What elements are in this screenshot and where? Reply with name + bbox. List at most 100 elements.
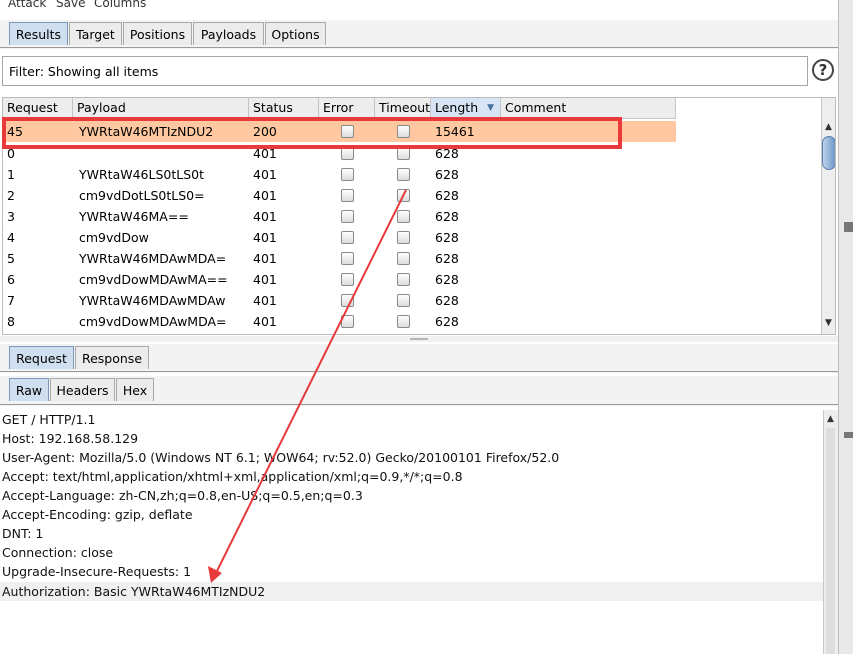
view-tab-bar: Raw Headers Hex — [0, 376, 838, 405]
cell-payload: YWRtaW46MTIzNDU2 — [79, 124, 214, 139]
request-line: Accept: text/html,application/xhtml+xml,… — [2, 469, 463, 484]
table-row[interactable]: 3 YWRtaW46MA== 401 628 — [3, 206, 676, 227]
column-payload[interactable]: Payload — [73, 98, 249, 118]
cell-request: 0 — [7, 146, 15, 161]
cell-payload: cm9vdDowMDAwMDA= — [79, 314, 227, 329]
cell-length: 628 — [435, 314, 459, 329]
cell-status: 401 — [253, 167, 277, 182]
tab-raw[interactable]: Raw — [9, 378, 49, 401]
column-comment[interactable]: Comment — [501, 98, 676, 118]
scroll-up-icon[interactable]: ▲ — [825, 122, 832, 132]
cell-length: 628 — [435, 251, 459, 266]
cell-request: 3 — [7, 209, 15, 224]
cell-request: 1 — [7, 167, 15, 182]
error-checkbox — [341, 294, 354, 307]
cell-length: 628 — [435, 167, 459, 182]
timeout-checkbox — [397, 252, 410, 265]
menu-attack[interactable]: Attack — [8, 0, 46, 10]
cell-payload: cm9vdDowMDAwMA== — [79, 272, 228, 287]
outer-scrollbar[interactable] — [838, 0, 853, 654]
column-length[interactable]: Length ▼ — [431, 98, 501, 118]
scroll-up-icon[interactable]: ▲ — [827, 414, 834, 424]
cell-length: 628 — [435, 272, 459, 287]
cell-status: 401 — [253, 293, 277, 308]
table-row[interactable]: 45 YWRtaW46MTIzNDU2 200 15461 — [3, 121, 676, 142]
scroll-down-icon[interactable]: ▼ — [825, 318, 832, 328]
table-row[interactable]: 1 YWRtaW46LS0tLS0t 401 628 — [3, 164, 676, 185]
cell-status: 401 — [253, 209, 277, 224]
column-request[interactable]: Request — [3, 98, 73, 118]
scroll-track[interactable] — [826, 428, 835, 654]
cell-status: 401 — [253, 188, 277, 203]
request-line-authorization: Authorization: Basic YWRtaW46MTIzNDU2 — [0, 582, 825, 601]
timeout-checkbox — [397, 147, 410, 160]
tab-target[interactable]: Target — [69, 22, 122, 45]
tab-headers[interactable]: Headers — [50, 378, 115, 401]
editor-scrollbar[interactable]: ▲ — [823, 410, 838, 654]
table-row[interactable]: 5 YWRtaW46MDAwMDA= 401 628 — [3, 248, 676, 269]
pane-splitter[interactable] — [0, 336, 838, 342]
tab-request[interactable]: Request — [9, 346, 74, 369]
sort-descending-icon: ▼ — [487, 103, 494, 113]
request-line: Upgrade-Insecure-Requests: 1 — [2, 564, 192, 579]
cell-request: 6 — [7, 272, 15, 287]
table-row[interactable]: 6 cm9vdDowMDAwMA== 401 628 — [3, 269, 676, 290]
column-timeout[interactable]: Timeout — [375, 98, 431, 118]
table-row[interactable]: 2 cm9vdDotLS0tLS0= 401 628 — [3, 185, 676, 206]
cell-status: 401 — [253, 146, 277, 161]
splitter-grip-icon[interactable] — [410, 338, 428, 340]
main-tab-bar: Results Target Positions Payloads Option… — [0, 20, 838, 48]
cell-length: 628 — [435, 209, 459, 224]
cell-payload: YWRtaW46MA== — [79, 209, 189, 224]
cell-request: 4 — [7, 230, 15, 245]
cell-payload: YWRtaW46MDAwMDAw — [79, 293, 226, 308]
help-icon[interactable]: ? — [812, 59, 834, 81]
timeout-checkbox — [397, 315, 410, 328]
table-row[interactable]: 7 YWRtaW46MDAwMDAw 401 628 — [3, 290, 676, 311]
cell-status: 401 — [253, 230, 277, 245]
tab-hex[interactable]: Hex — [116, 378, 154, 401]
table-header: Request Payload Status Error Timeout Len… — [3, 98, 676, 119]
table-scrollbar[interactable]: ▲ ▼ — [821, 98, 835, 334]
error-checkbox — [341, 273, 354, 286]
cell-length: 15461 — [435, 124, 475, 139]
error-checkbox — [341, 231, 354, 244]
error-checkbox — [341, 189, 354, 202]
cell-payload: YWRtaW46MDAwMDA= — [79, 251, 227, 266]
table-row[interactable]: 4 cm9vdDow 401 628 — [3, 227, 676, 248]
cell-request: 8 — [7, 314, 15, 329]
menu-bar: Attack Save Columns — [0, 0, 838, 14]
tab-results[interactable]: Results — [9, 22, 68, 45]
filter-text: Filter: Showing all items — [9, 64, 159, 79]
timeout-checkbox — [397, 294, 410, 307]
cell-status: 401 — [253, 272, 277, 287]
tab-positions[interactable]: Positions — [123, 22, 192, 45]
error-checkbox — [341, 125, 354, 138]
table-row[interactable]: 0 401 628 — [3, 143, 676, 164]
column-error[interactable]: Error — [319, 98, 375, 118]
column-status[interactable]: Status — [249, 98, 319, 118]
menu-columns[interactable]: Columns — [94, 0, 146, 10]
cell-request: 5 — [7, 251, 15, 266]
request-line: GET / HTTP/1.1 — [2, 412, 96, 427]
raw-request-editor[interactable]: GET / HTTP/1.1 Host: 192.168.58.129 User… — [0, 410, 825, 654]
table-row[interactable]: 8 cm9vdDowMDAwMDA= 401 628 — [3, 311, 676, 332]
cell-status: 401 — [253, 314, 277, 329]
timeout-checkbox — [397, 189, 410, 202]
tab-options[interactable]: Options — [265, 22, 326, 45]
request-line: DNT: 1 — [2, 526, 44, 541]
results-table: Request Payload Status Error Timeout Len… — [2, 97, 836, 335]
cell-length: 628 — [435, 293, 459, 308]
menu-save[interactable]: Save — [56, 0, 85, 10]
splitter-handle-lower[interactable] — [844, 432, 853, 438]
tab-response[interactable]: Response — [75, 346, 149, 369]
splitter-handle[interactable] — [844, 222, 853, 232]
tab-divider — [0, 404, 838, 406]
timeout-checkbox — [397, 210, 410, 223]
cell-request: 7 — [7, 293, 15, 308]
filter-bar[interactable]: Filter: Showing all items — [2, 56, 808, 86]
cell-length: 628 — [435, 146, 459, 161]
cell-status: 200 — [253, 124, 277, 139]
scroll-thumb[interactable] — [822, 136, 835, 170]
tab-payloads[interactable]: Payloads — [193, 22, 264, 45]
